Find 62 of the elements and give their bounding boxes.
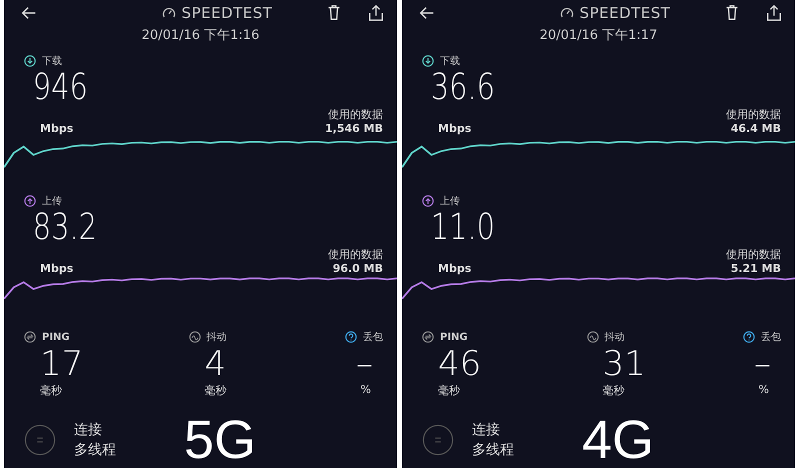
speed-value: 36.6: [430, 69, 496, 107]
stat-label: 丢包: [363, 330, 383, 344]
stat-value: 31: [602, 345, 647, 383]
speed-unit: Mbps: [40, 262, 74, 275]
stat-label: 丢包: [761, 330, 781, 344]
connection-circle-icon: [24, 424, 56, 456]
down-arrow-circle-icon: [24, 55, 36, 67]
stat-label: 抖动: [604, 330, 624, 344]
speed-label: 上传: [42, 194, 62, 208]
stat-label: 抖动: [206, 330, 226, 344]
help-icon[interactable]: [743, 331, 755, 343]
share-icon[interactable]: [765, 4, 783, 22]
stat-unit: 毫秒: [39, 383, 63, 398]
test-datetime: 20/01/16 下午1:16: [140, 27, 260, 45]
ping-icon: [24, 331, 36, 343]
stat-value: 46: [437, 345, 482, 383]
network-type-label: 4G: [582, 412, 654, 468]
test-datetime: 20/01/16 下午1:17: [538, 27, 658, 45]
data-used-value: 1,546 MB: [325, 122, 383, 135]
data-used-label: 使用的数据: [726, 247, 781, 262]
stat-unit: 毫秒: [204, 383, 228, 398]
stat-label: PING: [42, 332, 70, 342]
data-used-label: 使用的数据: [328, 247, 383, 262]
connection-label: 连接: [74, 421, 103, 440]
stat-label: PING: [440, 332, 468, 342]
speed-label: 上传: [440, 194, 460, 208]
stat-unit: 毫秒: [437, 383, 461, 398]
wave-circle-icon: [586, 331, 598, 343]
network-type-label: 5G: [184, 412, 256, 468]
up-arrow-circle-icon: [422, 195, 434, 207]
connection-label: 连接: [472, 421, 501, 440]
stat-value: –: [753, 345, 772, 383]
speed-label: 下载: [42, 54, 62, 68]
connection-circle-icon: [422, 424, 454, 456]
data-used-label: 使用的数据: [726, 107, 781, 122]
stat-unit: 毫秒: [602, 383, 626, 398]
ping-icon: [422, 331, 434, 343]
up-arrow-circle-icon: [24, 195, 36, 207]
wave-circle-icon: [188, 331, 200, 343]
stat-value: –: [355, 345, 374, 383]
app-title: SPEEDTEST: [182, 4, 272, 22]
connection-mode: 多线程: [472, 441, 514, 460]
speed-label: 下载: [440, 54, 460, 68]
speed-unit: Mbps: [438, 262, 472, 275]
speed-value: 83.2: [32, 209, 98, 247]
stat-unit: %: [360, 383, 372, 396]
speed-unit: Mbps: [40, 122, 74, 135]
speed-value: 11.0: [430, 209, 496, 247]
stat-value: 17: [39, 345, 84, 383]
data-used-value: 5.21 MB: [730, 262, 781, 275]
help-icon[interactable]: [345, 331, 357, 343]
stat-value: 4: [204, 345, 228, 383]
data-used-label: 使用的数据: [328, 107, 383, 122]
speed-unit: Mbps: [438, 122, 472, 135]
down-arrow-circle-icon: [422, 55, 434, 67]
data-used-value: 46.4 MB: [730, 122, 781, 135]
connection-mode: 多线程: [74, 441, 116, 460]
app-title: SPEEDTEST: [580, 4, 670, 22]
share-icon[interactable]: [367, 4, 385, 22]
data-used-value: 96.0 MB: [332, 262, 383, 275]
speed-value: 946: [32, 69, 89, 107]
stat-unit: %: [758, 383, 770, 396]
